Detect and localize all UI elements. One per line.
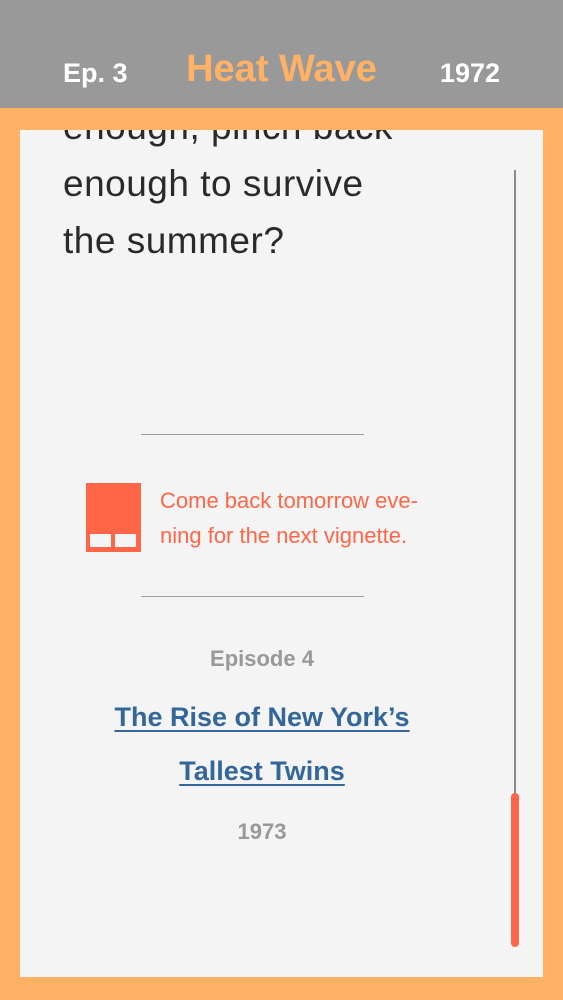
- calendar-icon: [86, 483, 141, 552]
- next-episode-title: The Rise of New York’s Tallest Twins: [20, 690, 504, 798]
- story-line: the summer?: [63, 220, 285, 261]
- divider-top: [141, 434, 364, 435]
- story-line: enough to survive: [63, 163, 364, 204]
- story-text: enough, pinch back enough to survive the…: [63, 130, 483, 269]
- next-vignette-notice: Come back tomorrow eve- ning for the nex…: [86, 483, 486, 553]
- notice-line: Come back tomorrow eve-: [160, 488, 418, 513]
- notice-text: Come back tomorrow eve- ning for the nex…: [160, 483, 480, 553]
- notice-line: ning for the next vignette.: [160, 523, 408, 548]
- story-line: enough, pinch back: [63, 130, 483, 155]
- next-episode-label: Episode 4: [210, 646, 314, 671]
- episode-header: Ep. 3 Heat Wave 1972: [0, 0, 563, 108]
- episode-year: 1972: [439, 58, 500, 88]
- next-episode-year: 1973: [237, 819, 287, 844]
- story-card[interactable]: enough, pinch back enough to survive the…: [20, 130, 543, 977]
- divider-bottom: [141, 596, 364, 597]
- next-episode-link[interactable]: The Rise of New York’s: [114, 702, 409, 732]
- next-episode-link[interactable]: Tallest Twins: [179, 756, 345, 786]
- app-frame: Ep. 3 Heat Wave 1972 enough, pinch back …: [0, 0, 563, 1000]
- scrollbar-thumb[interactable]: [511, 793, 519, 947]
